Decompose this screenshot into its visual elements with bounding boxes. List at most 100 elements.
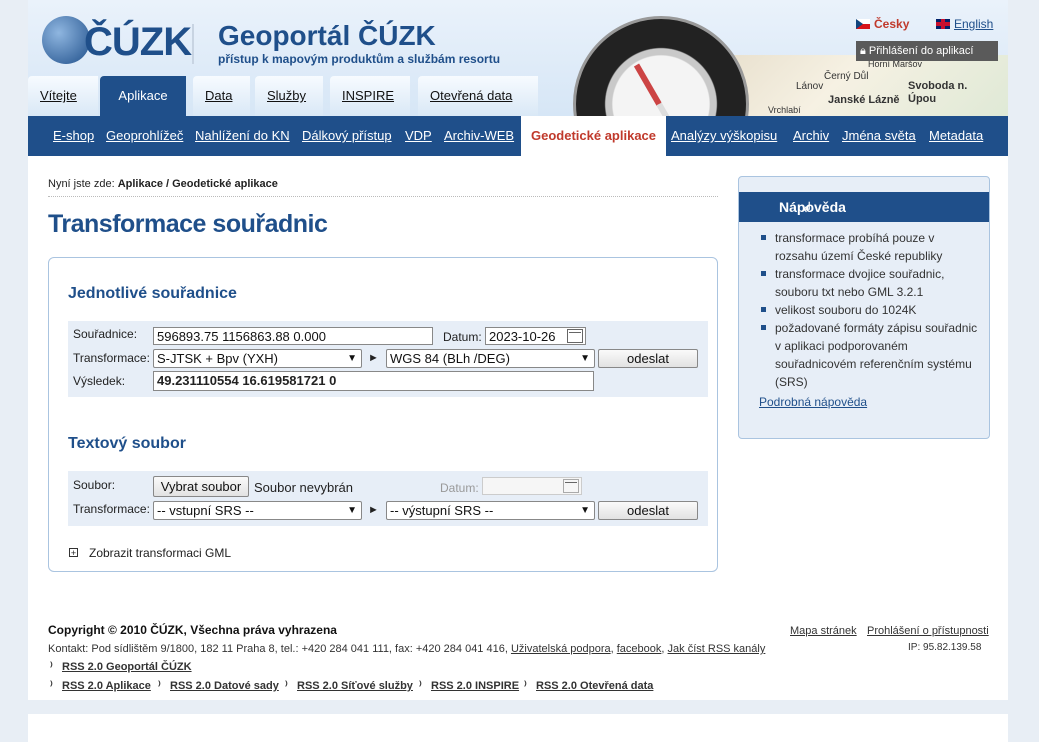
footer-copyright: Copyright © 2010 ČÚZK, Všechna práva vyh… <box>48 623 337 637</box>
file-source-srs-value: -- vstupní SRS -- <box>157 503 254 518</box>
file-none-label: Soubor nevybrán <box>254 480 354 495</box>
rss-datove-sady-link[interactable]: ⁾ RSS 2.0 Datové sady <box>158 679 279 692</box>
rss-sitove-sluzby-link[interactable]: ⁾ RSS 2.0 Síťové služby <box>285 679 413 692</box>
chevron-down-icon: ▼ <box>580 353 590 364</box>
breadcrumb-prefix: Nyní jste zde: <box>48 178 118 190</box>
rss-geoportal-link[interactable]: ⁾ RSS 2.0 Geoportál ČÚZK <box>50 660 192 673</box>
single-coords-form: Souřadnice: 596893.75 1156863.88 0.000 D… <box>68 321 708 397</box>
lang-english-link[interactable]: English <box>936 17 993 31</box>
tab-inspire[interactable]: INSPIRE <box>330 76 410 116</box>
rss-aplikace-link[interactable]: ⁾ RSS 2.0 Aplikace <box>50 679 151 692</box>
footer-contact: Kontakt: Pod sídlištěm 9/1800, 182 11 Pr… <box>48 643 766 655</box>
lang-english-label: English <box>954 17 994 31</box>
map-label: Černý Důl <box>824 71 869 82</box>
rss-icon: ⁾ <box>524 680 527 692</box>
file-source-srs-select[interactable]: -- vstupní SRS -- ▼ <box>153 501 362 520</box>
map-label: Lánov <box>796 81 824 92</box>
choose-file-button[interactable]: Vybrat soubor <box>153 476 249 497</box>
tab-vitejte[interactable]: Vítejte <box>28 76 98 116</box>
tab-otevrena-data[interactable]: Otevřená data <box>418 76 538 116</box>
rss-icon: ⁾ <box>50 680 53 692</box>
rss-label: RSS 2.0 Geoportál ČÚZK <box>62 661 192 673</box>
submit-single-button[interactable]: odeslat <box>598 349 698 368</box>
source-srs-select[interactable]: S-JTSK + Bpv (YXH) ▼ <box>153 349 362 368</box>
footer-divider <box>28 700 1008 714</box>
result-output[interactable]: 49.231110554 16.619581721 0 <box>153 371 594 391</box>
tab-data[interactable]: Data <box>193 76 250 116</box>
help-item: velikost souboru do 1024K <box>759 301 979 319</box>
help-item: transformace dvojice souřadnic, souboru … <box>759 265 979 301</box>
sub-navigation: E-shop Geoprohlížeč Nahlížení do KN Dálk… <box>28 116 1008 156</box>
breadcrumb-path: Aplikace / Geodetické aplikace <box>117 178 278 190</box>
cuzk-logo[interactable]: ČÚZK <box>42 16 192 68</box>
gml-toggle-link[interactable]: Zobrazit transformaci GML <box>89 546 231 560</box>
subnav-eshop[interactable]: E-shop <box>53 116 94 156</box>
support-link[interactable]: Uživatelská podpora <box>511 643 611 655</box>
help-panel: ↲ Nápověda transformace probíhá pouze v r… <box>738 176 990 439</box>
page-title: Transformace souřadnic <box>48 210 328 238</box>
sitemap-link[interactable]: Mapa stránek <box>790 625 857 637</box>
uk-flag-icon <box>936 19 950 29</box>
subnav-jmena-sveta[interactable]: Jména světa <box>842 116 916 156</box>
corner-arrow-icon: ↲ <box>801 199 813 215</box>
rss-icon: ⁾ <box>158 680 161 692</box>
chevron-down-icon: ▼ <box>347 505 357 516</box>
coords-label: Souřadnice: <box>73 327 138 341</box>
help-item: transformace probíhá pouze v rozsahu úze… <box>759 229 979 265</box>
tab-sluzby[interactable]: Služby <box>255 76 323 116</box>
help-item: požadované formáty zápisu souřadnic v ap… <box>759 319 979 391</box>
file-target-srs-select[interactable]: -- výstupní SRS -- ▼ <box>386 501 595 520</box>
subnav-dalkovy-pristup[interactable]: Dálkový přístup <box>302 116 392 156</box>
ip-address: IP: 95.82.139.58 <box>908 642 982 653</box>
submit-file-button[interactable]: odeslat <box>598 501 698 520</box>
breadcrumb-divider <box>48 196 718 197</box>
help-list: transformace probíhá pouze v rozsahu úze… <box>759 229 979 391</box>
chevron-down-icon: ▼ <box>347 353 357 364</box>
subnav-analyzy-vyskopisu[interactable]: Analýzy výškopisu <box>671 116 777 156</box>
subnav-nahlizeni[interactable]: Nahlížení do KN <box>195 116 290 156</box>
rss-label: RSS 2.0 Síťové služby <box>297 680 413 692</box>
calendar-icon[interactable] <box>567 329 583 343</box>
arrow-right-icon: ► <box>368 504 379 516</box>
login-label: Přihlášení do aplikací <box>868 45 974 57</box>
expand-plus-icon[interactable]: + <box>69 548 78 558</box>
lock-icon: 🔒︎ <box>860 45 869 57</box>
detailed-help-link[interactable]: Podrobná nápověda <box>759 395 867 409</box>
accessibility-link[interactable]: Prohlášení o přístupnosti <box>867 625 989 637</box>
contact-text: Kontakt: Pod sídlištěm 9/1800, 182 11 Pr… <box>48 643 511 655</box>
subnav-vdp[interactable]: VDP <box>405 116 432 156</box>
file-date-label: Datum: <box>440 481 479 495</box>
czech-flag-icon <box>856 19 870 29</box>
rss-label: RSS 2.0 INSPIRE <box>431 680 520 692</box>
tab-aplikace[interactable]: Aplikace <box>100 76 186 116</box>
rss-label: RSS 2.0 Aplikace <box>62 680 151 692</box>
arrow-right-icon: ► <box>368 352 379 364</box>
compass-image <box>573 16 749 116</box>
rss-otevrena-data-link[interactable]: ⁾ RSS 2.0 Otevřená data <box>524 679 653 692</box>
subnav-metadata[interactable]: Metadata <box>929 116 983 156</box>
breadcrumb: Nyní jste zde: Aplikace / Geodetické apl… <box>48 178 278 190</box>
source-srs-value: S-JTSK + Bpv (YXH) <box>157 351 278 366</box>
subnav-archiv[interactable]: Archiv <box>793 116 829 156</box>
rss-inspire-link[interactable]: ⁾ RSS 2.0 INSPIRE <box>419 679 519 692</box>
coords-input[interactable]: 596893.75 1156863.88 0.000 <box>153 327 433 345</box>
rss-howto-link[interactable]: Jak číst RSS kanály <box>668 643 766 655</box>
page: Černý Důl Horní Maršov Lánov Svoboda n. … <box>28 0 1008 742</box>
lang-czech-label: Česky <box>874 17 910 31</box>
facebook-link[interactable]: facebook <box>617 643 662 655</box>
target-srs-value: WGS 84 (BLh /DEG) <box>390 351 510 366</box>
lang-czech-link[interactable]: Česky <box>856 17 909 31</box>
target-srs-select[interactable]: WGS 84 (BLh /DEG) ▼ <box>386 349 595 368</box>
portal-title: Geoportál ČÚZK <box>218 20 436 51</box>
subnav-geoprohlizec[interactable]: Geoprohlížeč <box>106 116 183 156</box>
transform-form-box: Jednotlivé souřadnice Souřadnice: 596893… <box>48 257 718 572</box>
subnav-archiv-web[interactable]: Archiv-WEB <box>444 116 514 156</box>
portal-subtitle: přístup k mapovým produktům a službám re… <box>218 52 501 66</box>
logo-divider <box>192 24 194 64</box>
subnav-geodeticke-aplikace[interactable]: Geodetické aplikace <box>521 116 667 156</box>
rss-icon: ⁾ <box>419 680 422 692</box>
rss-icon: ⁾ <box>285 680 288 692</box>
login-button[interactable]: 🔒︎ Přihlášení do aplikací <box>856 41 998 61</box>
file-transform-label: Transformace: <box>73 502 150 516</box>
single-coords-heading: Jednotlivé souřadnice <box>68 285 237 302</box>
